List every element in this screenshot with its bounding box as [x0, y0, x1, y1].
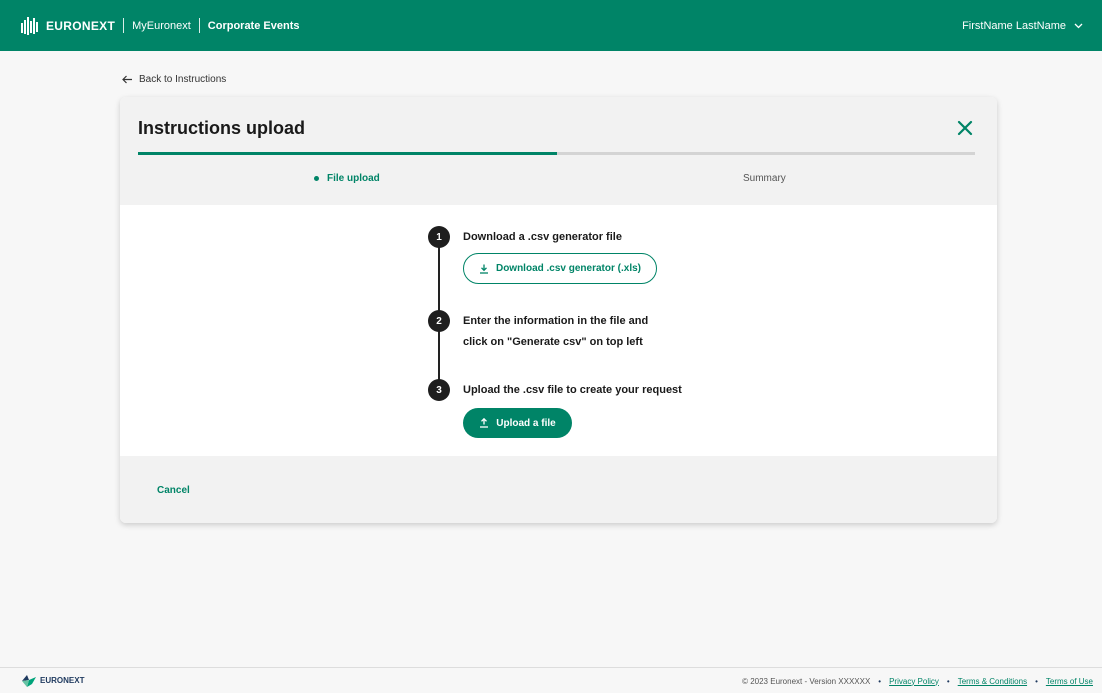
arrow-left-icon [122, 75, 132, 84]
back-link-label: Back to Instructions [139, 74, 227, 85]
terms-of-use-link[interactable]: Terms of Use [1046, 677, 1093, 686]
instruction-step-2-line-2: click on "Generate csv" on top left [463, 336, 643, 348]
brand-name: EURONEXT [46, 18, 116, 33]
upload-file-button[interactable]: Upload a file [463, 408, 572, 438]
dialog-title: Instructions upload [138, 118, 306, 138]
progress-bar [138, 152, 975, 155]
download-csv-generator-button[interactable]: Download .csv generator (.xls) [463, 253, 657, 284]
user-name: FirstName LastName [962, 19, 1066, 32]
euronext-logo-icon [21, 16, 38, 35]
top-navigation-bar: EURONEXT MyEuronext Corporate Events Fir… [0, 0, 1102, 51]
upload-button-label: Upload a file [496, 417, 556, 429]
progress-bar-fill [138, 152, 557, 155]
step-file-upload: File upload [314, 173, 380, 184]
back-to-instructions-link[interactable]: Back to Instructions [122, 74, 226, 85]
upload-icon [480, 418, 489, 428]
step-label: File upload [327, 173, 380, 184]
page-footer: EURONEXT © 2023 Euronext - Version XXXXX… [0, 667, 1102, 693]
nav-divider [198, 18, 200, 33]
bullet-separator: • [878, 676, 882, 686]
chevron-down-icon [1074, 23, 1083, 28]
privacy-policy-link[interactable]: Privacy Policy [889, 677, 939, 686]
upload-dialog-card: Instructions upload File upload Summary … [120, 97, 997, 523]
download-icon [479, 264, 488, 274]
card-footer: Cancel [120, 456, 997, 523]
bullet-separator: • [1035, 676, 1038, 686]
footer-brand-name: EURONEXT [40, 676, 85, 685]
step-number-badge: 1 [428, 226, 450, 248]
step-summary: Summary [743, 173, 786, 184]
terms-conditions-link[interactable]: Terms & Conditions [958, 677, 1027, 686]
euronext-logo-icon [22, 674, 36, 687]
footer-links: © 2023 Euronext - Version XXXXXX • Priva… [742, 668, 1093, 693]
bullet-separator: • [946, 676, 950, 686]
instruction-step-3: Upload the .csv file to create your requ… [463, 384, 682, 396]
close-icon[interactable] [955, 118, 975, 138]
copyright-text: © 2023 Euronext - Version XXXXXX [742, 676, 871, 686]
myeuronext-link[interactable]: MyEuronext [132, 20, 191, 32]
cancel-button[interactable]: Cancel [157, 485, 190, 496]
brand[interactable]: EURONEXT [21, 16, 116, 35]
active-step-dot-icon [314, 176, 319, 181]
step-number-badge: 2 [428, 310, 450, 332]
instruction-step-2-line-1: Enter the information in the file and [463, 315, 649, 327]
card-header: Instructions upload File upload Summary [120, 97, 997, 205]
instruction-step-1: Download a .csv generator file [463, 231, 622, 243]
download-button-label: Download .csv generator (.xls) [495, 263, 642, 274]
current-section-title: Corporate Events [207, 19, 300, 32]
footer-brand: EURONEXT [22, 674, 85, 687]
step-number-badge: 3 [428, 379, 450, 401]
user-menu[interactable]: FirstName LastName [962, 0, 1083, 51]
nav-divider [123, 18, 125, 33]
